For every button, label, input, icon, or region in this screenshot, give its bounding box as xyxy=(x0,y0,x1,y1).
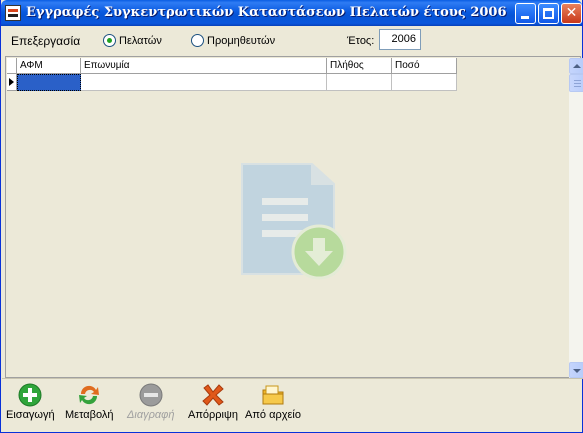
from-file-button[interactable]: Από αρχείο xyxy=(245,383,301,421)
chevron-down-icon xyxy=(573,369,581,373)
current-row-arrow-icon xyxy=(9,78,14,86)
cell-afm[interactable] xyxy=(17,74,81,91)
year-input[interactable]: 2006 xyxy=(379,29,421,50)
column-header-afm[interactable]: ΑΦΜ xyxy=(17,58,81,74)
vertical-scrollbar[interactable] xyxy=(569,58,583,378)
cell-count[interactable] xyxy=(327,74,392,91)
column-header-amount[interactable]: Ποσό xyxy=(392,58,457,74)
modify-label: Μεταβολή xyxy=(65,409,114,421)
radio-suppliers-label: Προμηθευτών xyxy=(207,34,276,47)
delete-label: Διαγραφή xyxy=(127,409,175,421)
reject-label: Απόρριψη xyxy=(188,409,238,421)
scroll-up-button[interactable] xyxy=(569,58,583,74)
year-label: Έτος: xyxy=(347,35,375,47)
bottom-toolbar: Εισαγωγή Μεταβολή Διαγραφή Απόρριψη Από … xyxy=(2,378,583,432)
column-header-name[interactable]: Επωνυμία xyxy=(81,58,327,74)
table-row[interactable] xyxy=(7,74,457,91)
modify-button[interactable]: Μεταβολή xyxy=(65,383,113,421)
reject-icon xyxy=(202,384,224,406)
minimize-icon xyxy=(521,16,529,19)
refresh-icon xyxy=(79,385,100,405)
reject-button[interactable]: Απόρριψη xyxy=(188,383,238,421)
add-icon xyxy=(18,383,42,407)
options-bar: Επεξεργασία Πελατών Προμηθευτών Έτος: 20… xyxy=(2,26,583,56)
radio-customers[interactable]: Πελατών xyxy=(103,34,162,47)
row-header-corner xyxy=(7,58,17,74)
insert-label: Εισαγωγή xyxy=(6,409,55,421)
app-window: Εγγραφές Συγκεντρωτικών Καταστάσεων Πελα… xyxy=(0,0,583,433)
close-button[interactable]: ✕ xyxy=(561,3,582,24)
import-file-icon xyxy=(262,385,284,405)
remove-icon xyxy=(139,383,163,407)
window-title: Εγγραφές Συγκεντρωτικών Καταστάσεων Πελα… xyxy=(26,5,507,20)
edit-mode-label: Επεξεργασία xyxy=(11,34,81,48)
insert-button[interactable]: Εισαγωγή xyxy=(6,383,55,421)
title-bar[interactable]: Εγγραφές Συγκεντρωτικών Καταστάσεων Πελα… xyxy=(1,0,582,26)
grid-header: ΑΦΜ Επωνυμία Πλήθος Ποσό xyxy=(7,58,457,74)
radio-customers-label: Πελατών xyxy=(119,34,162,47)
scroll-down-button[interactable] xyxy=(569,362,583,378)
cell-amount[interactable] xyxy=(392,74,457,91)
column-header-count[interactable]: Πλήθος xyxy=(327,58,392,74)
maximize-button[interactable] xyxy=(538,3,559,24)
data-grid[interactable]: ΑΦΜ Επωνυμία Πλήθος Ποσό xyxy=(5,56,583,378)
close-icon: ✕ xyxy=(565,5,578,21)
app-icon[interactable] xyxy=(5,5,21,21)
delete-button[interactable]: Διαγραφή xyxy=(127,383,174,421)
maximize-icon xyxy=(543,8,554,19)
minimize-button[interactable] xyxy=(515,3,536,24)
radio-selected-icon[interactable] xyxy=(103,34,116,47)
cell-name[interactable] xyxy=(81,74,327,91)
radio-suppliers[interactable]: Προμηθευτών xyxy=(191,34,275,47)
document-download-watermark-icon xyxy=(241,163,347,280)
radio-unselected-icon[interactable] xyxy=(191,34,204,47)
chevron-up-icon xyxy=(573,64,581,68)
from-file-label: Από αρχείο xyxy=(245,409,301,421)
scroll-thumb[interactable] xyxy=(569,74,583,92)
row-indicator[interactable] xyxy=(7,74,17,91)
